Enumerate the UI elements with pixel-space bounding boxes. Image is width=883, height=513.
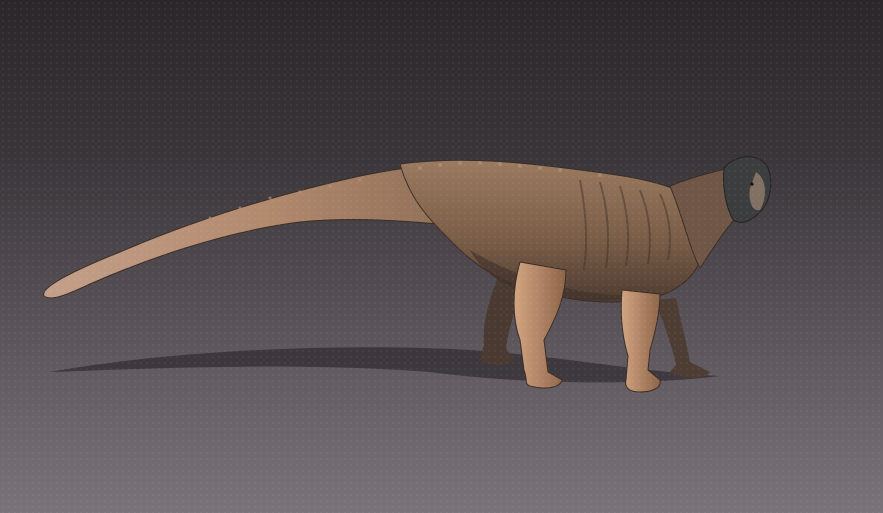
- eye-icon: [750, 182, 754, 186]
- render-canvas: [0, 0, 883, 513]
- far-front-leg: [655, 298, 710, 378]
- dinosaur-illustration: [43, 156, 772, 393]
- head: [723, 156, 772, 223]
- near-front-leg: [620, 289, 661, 393]
- ground-shadow: [50, 347, 720, 383]
